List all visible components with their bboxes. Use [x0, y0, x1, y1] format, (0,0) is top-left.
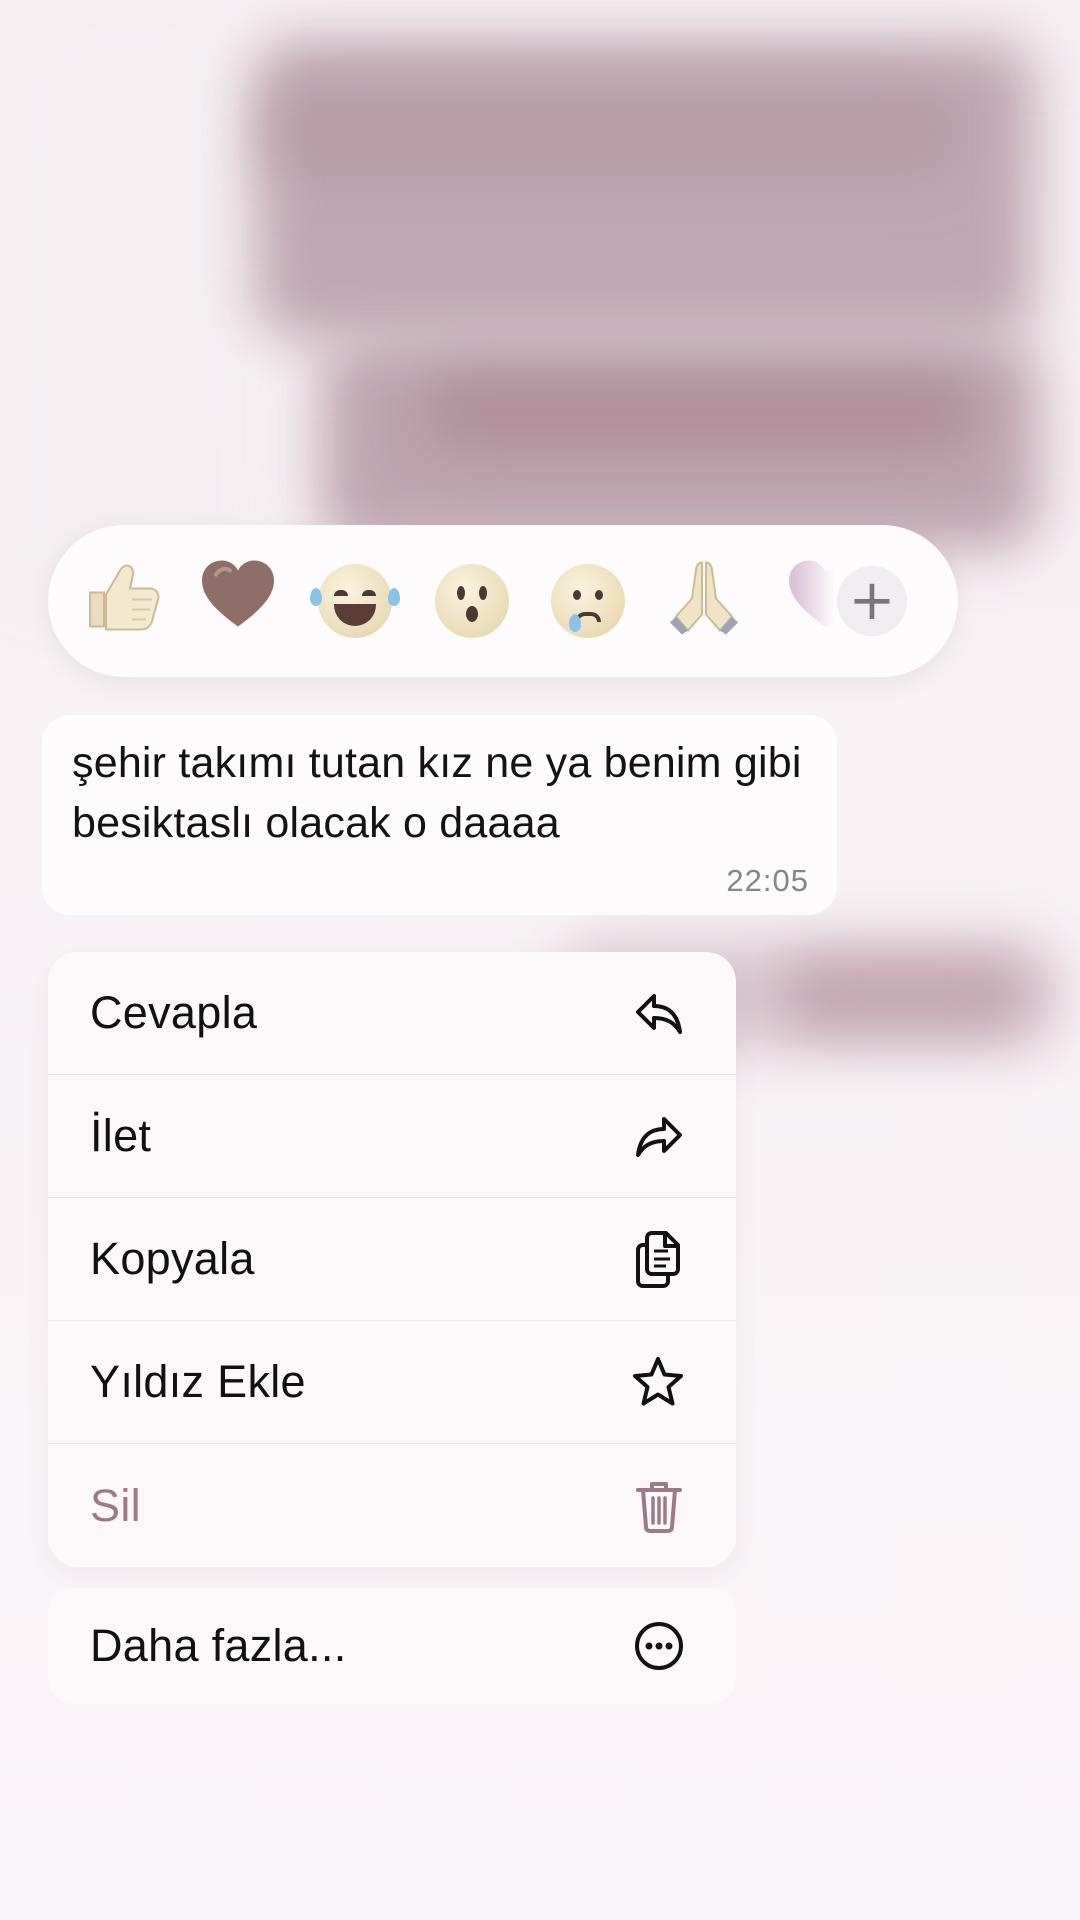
surprised-face-icon[interactable]	[435, 564, 509, 638]
menu-item-forward[interactable]: İlet	[48, 1075, 736, 1198]
blurred-area	[0, 0, 260, 600]
trash-icon	[632, 1478, 686, 1534]
message-timestamp: 22:05	[726, 863, 809, 898]
menu-item-reply[interactable]: Cevapla	[48, 952, 736, 1075]
praying-hands-icon[interactable]	[662, 553, 746, 650]
plus-icon: +	[848, 568, 896, 633]
reaction-bar-fade	[795, 525, 835, 677]
blurred-message	[420, 370, 980, 450]
message-text: şehir takımı tutan kız ne ya benim gibi …	[72, 739, 802, 847]
reply-icon	[632, 986, 686, 1040]
add-reaction-button[interactable]: +	[837, 566, 907, 636]
context-menu: Cevapla İlet Kopyala Yıldız Ekle Sil	[48, 952, 736, 1567]
menu-item-copy[interactable]: Kopyala	[48, 1198, 736, 1321]
heart-icon[interactable]	[196, 553, 280, 650]
menu-item-label: Kopyala	[90, 1233, 255, 1284]
menu-item-label: Yıldız Ekle	[90, 1356, 306, 1407]
blurred-message	[780, 960, 1030, 1030]
message-bubble[interactable]: şehir takımı tutan kız ne ya benim gibi …	[42, 715, 837, 915]
menu-item-label: Daha fazla...	[90, 1620, 347, 1671]
laughing-face-icon[interactable]	[310, 564, 400, 638]
blurred-message	[260, 80, 960, 180]
menu-item-label: Sil	[90, 1479, 141, 1531]
crying-face-icon[interactable]	[551, 564, 625, 638]
menu-item-more[interactable]: Daha fazla...	[48, 1588, 736, 1704]
forward-icon	[632, 1109, 686, 1163]
menu-item-delete[interactable]: Sil	[48, 1444, 736, 1567]
menu-item-label: İlet	[90, 1110, 152, 1161]
menu-item-star[interactable]: Yıldız Ekle	[48, 1321, 736, 1444]
menu-item-label: Cevapla	[90, 987, 258, 1038]
copy-icon	[632, 1229, 686, 1289]
star-icon	[630, 1354, 686, 1410]
more-icon	[632, 1619, 686, 1673]
thumbs-up-icon[interactable]	[80, 553, 164, 650]
